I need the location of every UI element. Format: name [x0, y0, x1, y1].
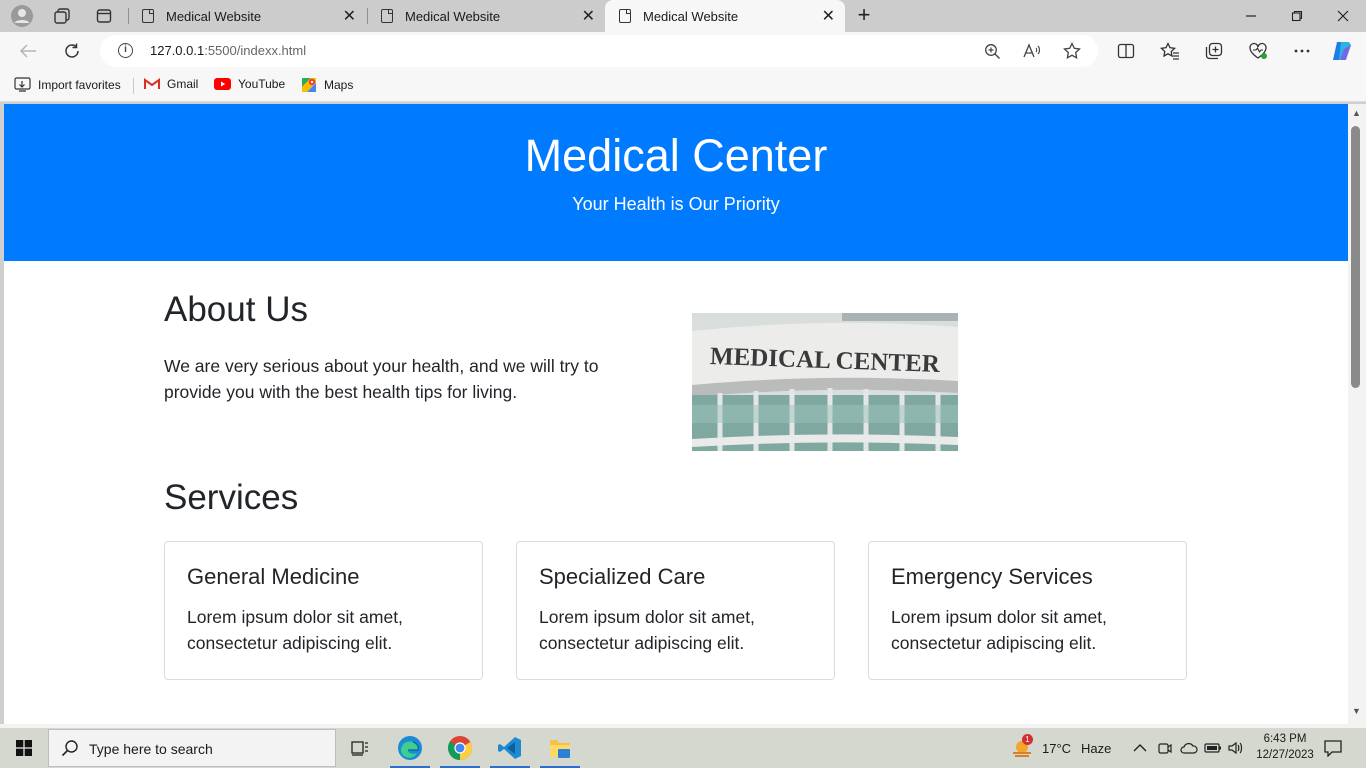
- more-menu-icon[interactable]: [1290, 40, 1314, 62]
- vertical-scrollbar[interactable]: ▲ ▼: [1348, 104, 1366, 724]
- windows-start-icon[interactable]: [0, 728, 48, 768]
- url-text[interactable]: 127.0.0.1:5500/indexx.html: [150, 43, 306, 58]
- scrollbar-thumb[interactable]: [1351, 126, 1360, 388]
- close-window-button[interactable]: [1320, 0, 1366, 32]
- tab-title: Medical Website: [643, 8, 739, 24]
- about-text: We are very serious about your health, a…: [164, 356, 599, 402]
- page-icon: [619, 9, 631, 23]
- back-arrow-icon[interactable]: [14, 38, 42, 64]
- weather-condition: Haze: [1081, 740, 1112, 756]
- site-title: Medical Center: [524, 130, 828, 181]
- favorite-star-icon[interactable]: [1062, 41, 1082, 61]
- copilot-icon[interactable]: [1330, 40, 1354, 62]
- refresh-icon[interactable]: [58, 38, 86, 64]
- import-icon: [14, 77, 31, 92]
- search-icon: [61, 740, 78, 757]
- search-placeholder: Type here to search: [89, 741, 213, 757]
- new-tab-button[interactable]: +: [852, 4, 876, 28]
- tab-1[interactable]: Medical Website ✕: [128, 0, 366, 32]
- tab-title: Medical Website: [405, 8, 501, 24]
- youtube-icon: [214, 78, 231, 90]
- chrome-app-icon[interactable]: [436, 728, 484, 768]
- edge-app-icon[interactable]: [386, 728, 434, 768]
- hero-header: Medical Center Your Health is Our Priori…: [4, 104, 1348, 261]
- profile-icon[interactable]: [8, 4, 36, 28]
- read-aloud-icon[interactable]: [1022, 41, 1042, 61]
- favorites-separator: [133, 78, 134, 94]
- favorite-label: Import favorites: [38, 77, 121, 92]
- service-card-title: General Medicine: [187, 564, 360, 589]
- service-card: General Medicine Lorem ipsum dolor sit a…: [164, 541, 483, 680]
- service-card-text: Lorem ipsum dolor sit amet, consectetur …: [539, 607, 755, 653]
- show-hidden-icons-chevron-icon[interactable]: [1133, 728, 1147, 768]
- system-clock[interactable]: 6:43 PM 12/27/2023: [1250, 731, 1320, 763]
- favorite-youtube[interactable]: YouTube: [214, 77, 285, 91]
- close-tab-icon[interactable]: ✕: [582, 6, 595, 26]
- favorite-maps[interactable]: Maps: [301, 77, 353, 93]
- favorite-label: Gmail: [167, 77, 199, 91]
- minimize-button[interactable]: [1228, 0, 1274, 32]
- maps-icon: [301, 77, 317, 93]
- address-bar[interactable]: i 127.0.0.1:5500/indexx.html: [100, 35, 1098, 67]
- browser-essentials-icon[interactable]: [1246, 40, 1270, 62]
- zoom-icon[interactable]: [982, 41, 1002, 61]
- about-heading: About Us: [164, 290, 308, 329]
- close-tab-icon[interactable]: ✕: [343, 6, 356, 26]
- favorite-label: YouTube: [238, 77, 286, 91]
- close-tab-icon[interactable]: ✕: [822, 6, 835, 26]
- onedrive-icon[interactable]: [1180, 728, 1198, 768]
- volume-icon[interactable]: [1227, 728, 1245, 768]
- site-info-icon[interactable]: i: [118, 43, 133, 58]
- task-view-icon[interactable]: [336, 728, 384, 768]
- scroll-down-arrow-icon[interactable]: ▼: [1352, 706, 1361, 716]
- tab-3-active[interactable]: Medical Website ✕: [605, 0, 845, 32]
- tab-actions-icon[interactable]: [90, 4, 118, 28]
- service-card-title: Specialized Care: [539, 564, 706, 589]
- services-heading: Services: [164, 478, 299, 517]
- scroll-up-arrow-icon[interactable]: ▲: [1352, 108, 1361, 118]
- page-viewport: Medical Center Your Health is Our Priori…: [4, 104, 1348, 724]
- taskbar-search-box[interactable]: Type here to search: [48, 729, 336, 767]
- vscode-app-icon[interactable]: [486, 728, 534, 768]
- service-card-title: Emergency Services: [891, 564, 1093, 589]
- split-screen-icon[interactable]: [1114, 40, 1138, 62]
- meet-now-icon[interactable]: [1157, 728, 1173, 768]
- service-card-text: Lorem ipsum dolor sit amet, consectetur …: [187, 607, 403, 653]
- page-icon: [381, 9, 393, 23]
- clock-date: 12/27/2023: [1256, 749, 1314, 761]
- site-tagline: Your Health is Our Priority: [572, 194, 780, 214]
- weather-widget[interactable]: 1 17°C Haze: [1010, 728, 1111, 768]
- page-icon: [142, 9, 154, 23]
- service-card: Specialized Care Lorem ipsum dolor sit a…: [516, 541, 835, 680]
- favorite-label: Maps: [324, 78, 354, 92]
- tab-title: Medical Website: [166, 8, 262, 24]
- favorite-gmail[interactable]: Gmail: [144, 77, 198, 91]
- browser-toolbar: i 127.0.0.1:5500/indexx.html: [0, 32, 1366, 70]
- weather-badge: 1: [1022, 734, 1033, 745]
- taskbar: Type here to search 1 17°C Haze 6:43 PM: [0, 728, 1366, 768]
- weather-temp: 17°C: [1042, 740, 1072, 756]
- clock-time: 6:43 PM: [1263, 733, 1307, 745]
- workspaces-icon[interactable]: [48, 4, 76, 28]
- file-explorer-app-icon[interactable]: [536, 728, 584, 768]
- weather-haze-icon: 1: [1010, 734, 1034, 760]
- service-card: Emergency Services Lorem ipsum dolor sit…: [868, 541, 1187, 680]
- battery-icon[interactable]: [1204, 728, 1222, 768]
- tab-strip: Medical Website ✕ Medical Website ✕ Medi…: [0, 0, 1366, 32]
- favorites-bar: Import favorites Gmail YouTube Maps: [0, 70, 1366, 102]
- favorites-icon[interactable]: [1158, 40, 1182, 62]
- notifications-icon[interactable]: [1323, 728, 1343, 768]
- restore-button[interactable]: [1274, 0, 1320, 32]
- medical-center-photo: MEDICAL CENTER: [692, 313, 958, 451]
- favorite-import[interactable]: Import favorites: [14, 77, 121, 92]
- collections-icon[interactable]: [1202, 40, 1226, 62]
- tab-2[interactable]: Medical Website ✕: [367, 0, 605, 32]
- gmail-icon: [144, 78, 160, 90]
- service-card-text: Lorem ipsum dolor sit amet, consectetur …: [891, 607, 1107, 653]
